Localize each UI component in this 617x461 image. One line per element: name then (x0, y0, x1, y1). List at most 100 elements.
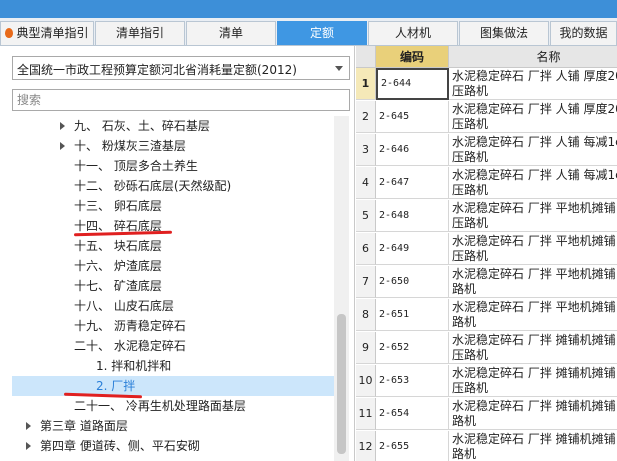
tree-node[interactable]: 十五、 块石底层 (12, 236, 334, 256)
tab-label: 清单指引 (115, 26, 164, 40)
chapter-tree: 九、 石灰、土、碎石基层十、 粉煤灰三渣基层十一、 顶层多合土养生十二、 砂砾石… (12, 116, 334, 461)
tree-node[interactable]: 十八、 山皮石底层 (12, 296, 334, 316)
tree-node-label: 二十一、 冷再生机处理路面基层 (74, 399, 246, 413)
tab-label: 人材机 (394, 26, 431, 40)
row-number[interactable]: 7 (356, 266, 376, 298)
tab-3[interactable]: 定额 (277, 21, 367, 45)
tab-label: 图集做法 (479, 26, 528, 40)
code-cell[interactable]: 2-645 (376, 101, 449, 133)
row-number[interactable]: 1 (356, 68, 376, 100)
tree-node-label: 十三、 卵石底层 (74, 199, 162, 213)
name-cell[interactable]: 水泥稳定碎石 厂拌 摊铺机摊铺 动压路机 (449, 431, 617, 461)
name-cell[interactable]: 水泥稳定碎石 厂拌 人铺 每减1cm 压路机 (449, 167, 617, 199)
tree-node[interactable]: 十二、 砂砾石底层(天然级配) (12, 176, 334, 196)
code-cell[interactable]: 2-653 (376, 365, 449, 397)
tree-node-label: 二十、 水泥稳定碎石 (74, 339, 186, 353)
row-number[interactable]: 12 (356, 431, 376, 461)
title-bar (0, 0, 617, 18)
code-cell[interactable]: 2-644 (376, 68, 449, 100)
tree-node-label: 1. 拌和机拌和 (96, 359, 172, 373)
code-cell[interactable]: 2-649 (376, 233, 449, 265)
tab-2[interactable]: 清单 (186, 21, 276, 45)
tree-node-label: 十二、 砂砾石底层(天然级配) (74, 179, 232, 193)
search-input[interactable] (12, 89, 350, 111)
tree-node-label: 第三章 道路面层 (40, 419, 128, 433)
row-number[interactable]: 4 (356, 167, 376, 199)
name-cell[interactable]: 水泥稳定碎石 厂拌 人铺 厚度20cm 压路机 (449, 68, 617, 100)
column-header-code[interactable]: 编码 (376, 46, 449, 68)
code-cell[interactable]: 2-650 (376, 266, 449, 298)
row-number[interactable]: 5 (356, 200, 376, 232)
tree-scrollbar[interactable] (334, 116, 349, 461)
tab-0[interactable]: 典型清单指引 (0, 21, 94, 45)
tree-node-label: 第四章 便道砖、侧、平石安砌 (40, 439, 200, 453)
row-number[interactable]: 3 (356, 134, 376, 166)
name-cell[interactable]: 水泥稳定碎石 厂拌 平地机摊铺 轮压路机 (449, 266, 617, 298)
name-cell[interactable]: 水泥稳定碎石 厂拌 人铺 厚度20cm 压路机 (449, 101, 617, 133)
tree-node[interactable]: 十六、 炉渣底层 (12, 256, 334, 276)
quota-library-select[interactable]: 全国统一市政工程预算定额河北省消耗量定额(2012) (12, 56, 350, 80)
tab-5[interactable]: 图集做法 (459, 21, 549, 45)
fire-icon (5, 28, 14, 38)
name-cell[interactable]: 水泥稳定碎石 厂拌 摊铺机摊铺 轮压路机 (449, 398, 617, 430)
row-number[interactable]: 8 (356, 299, 376, 331)
tree-node[interactable]: 二十、 水泥稳定碎石 (12, 336, 334, 356)
tree-node-label: 十一、 顶层多合土养生 (74, 159, 198, 173)
tab-bar: 典型清单指引 清单指引 清单 定额 人材机 图集做法 我的数据 (0, 18, 617, 46)
code-cell[interactable]: 2-652 (376, 332, 449, 364)
name-cell[interactable]: 水泥稳定碎石 厂拌 平地机摊铺 振动压路机 (449, 233, 617, 265)
code-cell[interactable]: 2-655 (376, 431, 449, 461)
tree-node[interactable]: 十九、 沥青稳定碎石 (12, 316, 334, 336)
tree-node[interactable]: 十一、 顶层多合土养生 (12, 156, 334, 176)
code-cell[interactable]: 2-654 (376, 398, 449, 430)
tree-node[interactable]: 1. 拌和机拌和 (12, 356, 334, 376)
quota-library-value: 全国统一市政工程预算定额河北省消耗量定额(2012) (17, 63, 297, 77)
row-number[interactable]: 11 (356, 398, 376, 430)
tree-node-label: 十八、 山皮石底层 (74, 299, 174, 313)
tab-label: 我的数据 (559, 26, 608, 40)
tree-node[interactable]: 九、 石灰、土、碎石基层 (12, 116, 334, 136)
code-cell[interactable]: 2-646 (376, 134, 449, 166)
expand-arrow-icon[interactable] (26, 442, 31, 450)
tab-label: 典型清单指引 (16, 26, 89, 40)
expand-arrow-icon[interactable] (26, 422, 31, 430)
expand-arrow-icon[interactable] (60, 142, 65, 150)
tree-node-label: 十五、 块石底层 (74, 239, 162, 253)
tree-node[interactable]: 第四章 便道砖、侧、平石安砌 (12, 436, 334, 456)
tree-node[interactable]: 十三、 卵石底层 (12, 196, 334, 216)
tab-1[interactable]: 清单指引 (95, 21, 185, 45)
tab-4[interactable]: 人材机 (368, 21, 458, 45)
row-number[interactable]: 2 (356, 101, 376, 133)
name-cell[interactable]: 水泥稳定碎石 厂拌 人铺 每减1cm 压路机 (449, 134, 617, 166)
row-number[interactable]: 6 (356, 233, 376, 265)
quota-grid: 编码 名称 12-644水泥稳定碎石 厂拌 人铺 厚度20cm 压路机22-64… (356, 46, 617, 461)
left-panel: 全国统一市政工程预算定额河北省消耗量定额(2012) 九、 石灰、土、碎石基层十… (0, 46, 355, 461)
row-number[interactable]: 10 (356, 365, 376, 397)
tree-node[interactable]: 十四、 碎石底层 (12, 216, 334, 236)
column-header-name[interactable]: 名称 (449, 46, 617, 68)
name-cell[interactable]: 水泥稳定碎石 厂拌 摊铺机摊铺 振动压路机 (449, 365, 617, 397)
name-cell[interactable]: 水泥稳定碎石 厂拌 摊铺机摊铺 光轮压路机 (449, 332, 617, 364)
tree-node-label: 九、 石灰、土、碎石基层 (74, 119, 210, 133)
tab-label: 清单 (218, 26, 243, 40)
tree-node[interactable]: 十七、 矿渣底层 (12, 276, 334, 296)
tab-label: 定额 (309, 26, 334, 40)
chevron-down-icon[interactable] (335, 66, 343, 71)
name-cell[interactable]: 水泥稳定碎石 厂拌 平地机摊铺 光轮压路机 (449, 200, 617, 232)
name-cell[interactable]: 水泥稳定碎石 厂拌 平地机摊铺 动压路机 (449, 299, 617, 331)
tree-node[interactable]: 十、 粉煤灰三渣基层 (12, 136, 334, 156)
code-cell[interactable]: 2-651 (376, 299, 449, 331)
grid-corner (356, 46, 376, 68)
tree-node[interactable]: 二十一、 冷再生机处理路面基层 (12, 396, 334, 416)
expand-arrow-icon[interactable] (60, 122, 65, 130)
tree-node[interactable]: 第三章 道路面层 (12, 416, 334, 436)
tab-6[interactable]: 我的数据 (550, 21, 617, 45)
tree-node[interactable]: 2. 厂拌 (12, 376, 334, 396)
code-cell[interactable]: 2-648 (376, 200, 449, 232)
row-number[interactable]: 9 (356, 332, 376, 364)
tree-node-label: 十六、 炉渣底层 (74, 259, 162, 273)
tree-node-label: 十七、 矿渣底层 (74, 279, 162, 293)
tree-node-label: 十九、 沥青稳定碎石 (74, 319, 186, 333)
code-cell[interactable]: 2-647 (376, 167, 449, 199)
scrollbar-thumb[interactable] (337, 314, 346, 454)
